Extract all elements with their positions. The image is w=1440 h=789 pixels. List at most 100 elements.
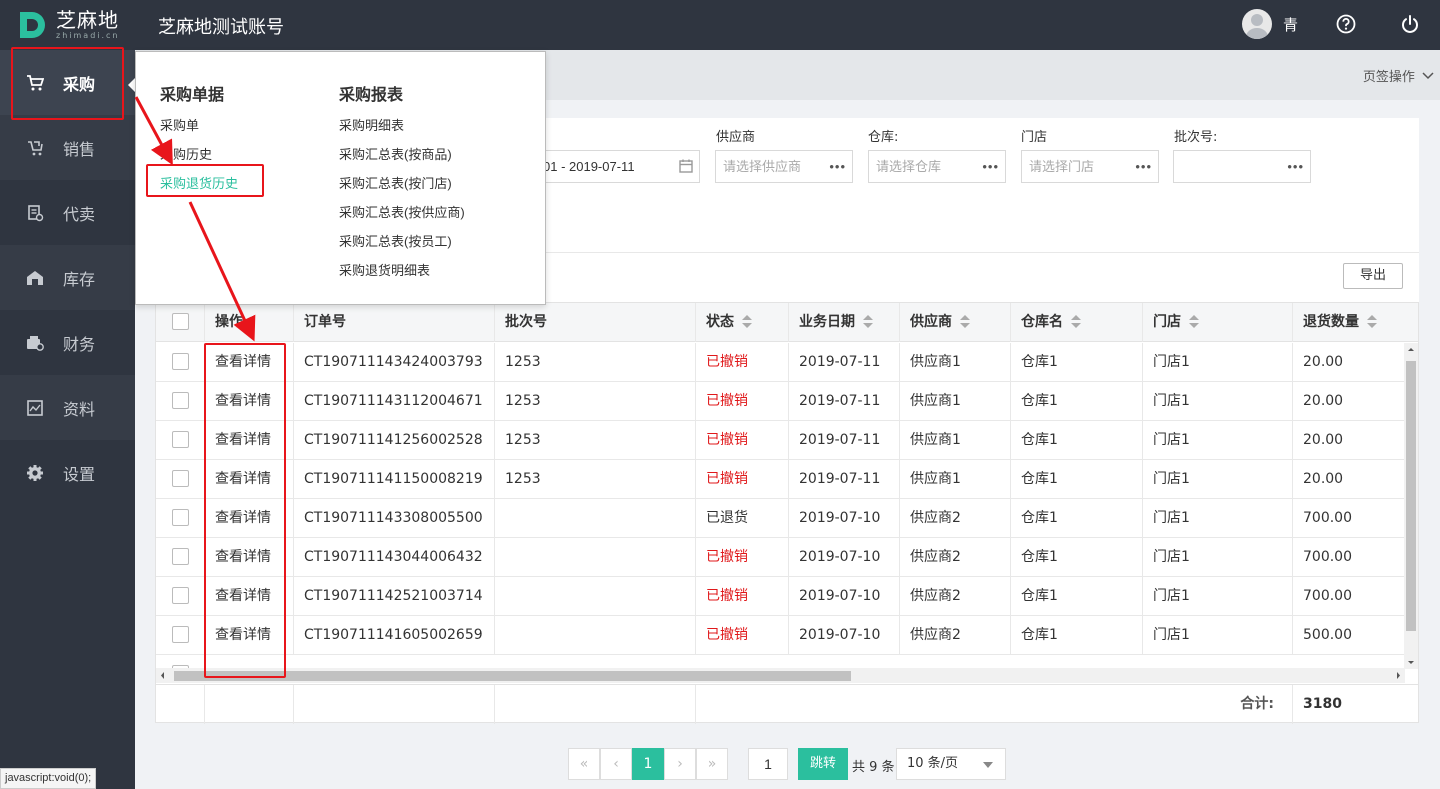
sort-icon[interactable]: [1189, 315, 1199, 329]
column-header-supplier[interactable]: 供应商: [900, 303, 1011, 342]
total-value: 3180: [1303, 696, 1342, 712]
next-page-button[interactable]: ›: [664, 748, 696, 780]
row-checkbox[interactable]: [172, 548, 189, 565]
table-row: 查看详情 CT190711143424003793 1253 已撤销 2019-07-1…: [156, 343, 1405, 382]
cell-date: 2019-07-11: [789, 460, 900, 499]
sidebar-item-finance[interactable]: 财务: [0, 310, 135, 375]
column-header-status[interactable]: 状态: [696, 303, 789, 342]
sidebar-item-inventory[interactable]: 库存: [0, 245, 135, 310]
user-menu[interactable]: 青: [1242, 9, 1298, 39]
scroll-up-icon[interactable]: [1404, 343, 1418, 355]
row-checkbox[interactable]: [172, 587, 189, 604]
scroll-down-icon[interactable]: [1404, 657, 1418, 669]
column-header-label: 仓库名: [1021, 314, 1063, 330]
sort-icon[interactable]: [863, 315, 873, 329]
sort-icon[interactable]: [1367, 315, 1377, 329]
sort-icon[interactable]: [960, 315, 970, 329]
row-checkbox-cell: [156, 616, 205, 655]
column-header-label: 供应商: [910, 314, 952, 330]
cell-supplier: 供应商1: [900, 421, 1011, 460]
row-checkbox[interactable]: [172, 353, 189, 370]
cell-warehouse: 仓库1: [1011, 343, 1143, 382]
sort-icon[interactable]: [1071, 315, 1081, 329]
export-button[interactable]: 导出: [1343, 263, 1403, 289]
cell-supplier: 供应商2: [900, 577, 1011, 616]
cell-order: CT190711141605002659: [294, 616, 495, 655]
scroll-right-icon[interactable]: [1391, 668, 1405, 683]
logo-icon: [18, 10, 48, 40]
sidebar-item-consign[interactable]: 代卖: [0, 180, 135, 245]
row-checkbox-cell: [156, 460, 205, 499]
horizontal-scrollbar[interactable]: [156, 668, 1405, 683]
sidebar-item-label: 库存: [63, 269, 96, 289]
row-checkbox[interactable]: [172, 392, 189, 409]
column-header-store[interactable]: 门店: [1143, 303, 1293, 342]
sidebar-item-label: 资料: [63, 399, 96, 419]
column-header-warehouse[interactable]: 仓库名: [1011, 303, 1143, 342]
page-jump-input[interactable]: 1: [748, 748, 788, 780]
page-size-select[interactable]: 10 条/页: [896, 748, 1006, 780]
cell-batch: 1253: [495, 460, 696, 499]
submenu-item-report[interactable]: 采购明细表: [339, 115, 404, 134]
store-select[interactable]: 请选择门店 •••: [1021, 150, 1159, 183]
cell-warehouse: 仓库1: [1011, 460, 1143, 499]
question-circle-icon[interactable]: [1335, 13, 1357, 35]
supplier-select[interactable]: 请选择供应商 •••: [715, 150, 853, 183]
logo[interactable]: 芝麻地 zhimadi.cn: [18, 10, 120, 40]
submenu-item-report[interactable]: 采购退货明细表: [339, 260, 430, 279]
submenu-item-report[interactable]: 采购汇总表(按员工): [339, 231, 452, 250]
cell-date: 2019-07-10: [789, 499, 900, 538]
column-header-action: 操作: [205, 303, 294, 342]
warehouse-select[interactable]: 请选择仓库 •••: [868, 150, 1006, 183]
jump-button[interactable]: 跳转: [798, 748, 848, 780]
batch-select[interactable]: •••: [1173, 150, 1311, 183]
cell-supplier: 供应商2: [900, 499, 1011, 538]
data-icon: [24, 397, 46, 419]
submenu-item-purchase-history[interactable]: 采购历史: [160, 144, 212, 163]
cell-qty: 700.00: [1303, 588, 1352, 604]
vertical-scrollbar[interactable]: [1404, 343, 1418, 669]
table-row: 查看详情 CT190711141150008219 1253 已撤销 2019-07-1…: [156, 460, 1405, 499]
more-icon[interactable]: •••: [1287, 151, 1304, 182]
date-range-value: 01 - 2019-07-11: [543, 159, 635, 174]
row-checkbox[interactable]: [172, 509, 189, 526]
row-checkbox[interactable]: [172, 470, 189, 487]
table-row: 查看详情 CT190711142521003714 已撤销 2019-07-10 供应商…: [156, 577, 1405, 616]
more-icon[interactable]: •••: [1135, 151, 1152, 182]
date-range-input[interactable]: 01 - 2019-07-11: [535, 150, 700, 183]
prev-page-button[interactable]: ‹: [600, 748, 632, 780]
calendar-icon[interactable]: [679, 159, 693, 173]
page-1-button[interactable]: 1: [632, 748, 664, 780]
avatar[interactable]: [1242, 9, 1272, 39]
select-all-checkbox[interactable]: [172, 313, 189, 330]
sidebar-item-sales[interactable]: 销售: [0, 115, 135, 180]
cell-order: CT190711143308005500: [294, 499, 495, 538]
user-name[interactable]: 青: [1283, 14, 1298, 35]
sidebar-item-settings[interactable]: 设置: [0, 440, 135, 505]
cell-order: CT190711143044006432: [294, 538, 495, 577]
cell-status: 已撤销: [696, 343, 789, 382]
scroll-left-icon[interactable]: [156, 668, 170, 683]
column-header-date[interactable]: 业务日期: [789, 303, 900, 342]
row-checkbox[interactable]: [172, 626, 189, 643]
sort-icon[interactable]: [742, 315, 752, 329]
last-page-button[interactable]: »: [696, 748, 728, 780]
more-icon[interactable]: •••: [982, 151, 999, 182]
first-page-button[interactable]: «: [568, 748, 600, 780]
status-bar-url: javascript:void(0);: [0, 768, 97, 789]
cell-order: CT190711142521003714: [294, 577, 495, 616]
row-checkbox[interactable]: [172, 431, 189, 448]
row-checkbox-cell: [156, 343, 205, 382]
submenu-item-purchase-order[interactable]: 采购单: [160, 115, 199, 134]
cell-qty: 700.00: [1303, 510, 1352, 526]
sidebar-item-data[interactable]: 资料: [0, 375, 135, 440]
cell-status: 已撤销: [696, 616, 789, 655]
tab-operations-menu[interactable]: 页签操作: [1363, 66, 1434, 85]
column-header-qty[interactable]: 退货数量: [1293, 303, 1418, 342]
power-icon[interactable]: [1399, 13, 1421, 35]
submenu-item-report[interactable]: 采购汇总表(按门店): [339, 173, 452, 192]
vertical-scroll-thumb[interactable]: [1406, 361, 1416, 631]
submenu-item-report[interactable]: 采购汇总表(按商品): [339, 144, 452, 163]
more-icon[interactable]: •••: [829, 151, 846, 182]
submenu-item-report[interactable]: 采购汇总表(按供应商): [339, 202, 465, 221]
